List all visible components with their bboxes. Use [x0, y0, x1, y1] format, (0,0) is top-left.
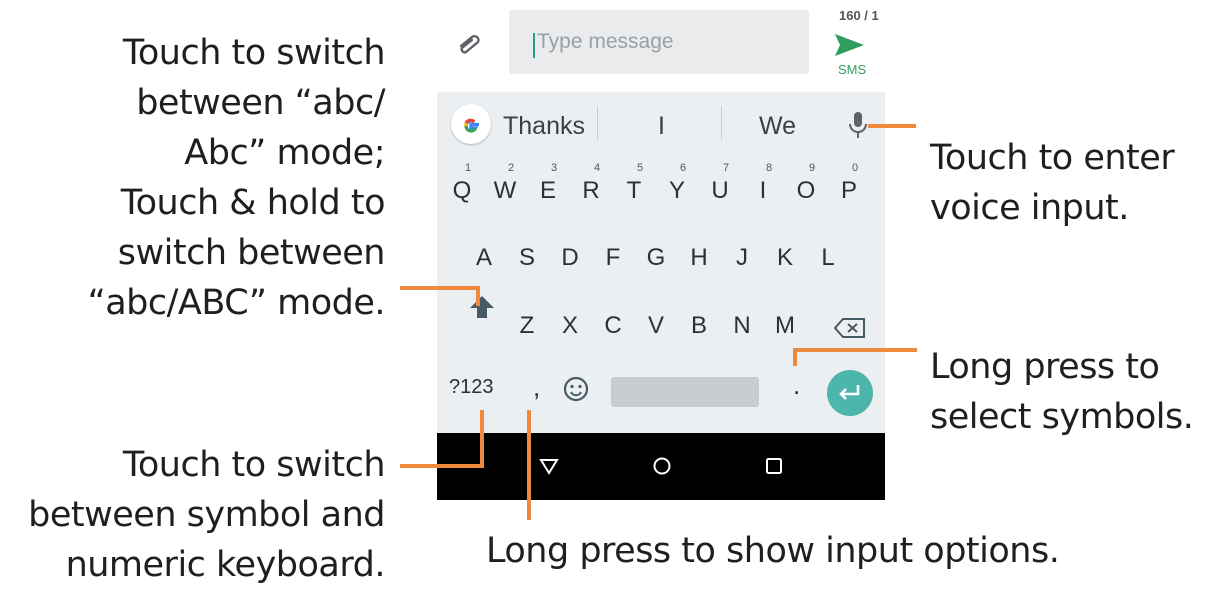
key-g[interactable]: G — [636, 244, 676, 272]
suggestion-3[interactable]: We — [759, 112, 796, 141]
suggestion-strip: Thanks I We — [437, 92, 885, 160]
key-h[interactable]: H — [679, 244, 719, 272]
key-hint-8: 8 — [766, 162, 773, 174]
comma-key[interactable]: , — [533, 372, 540, 403]
connector-symbol-numeric — [480, 410, 484, 468]
key-hint-1: 1 — [465, 162, 472, 174]
space-bar[interactable] — [611, 377, 759, 407]
text-caret — [533, 33, 535, 58]
key-o[interactable]: O — [786, 177, 826, 205]
key-hint-2: 2 — [508, 162, 515, 174]
callout-select-symbols-line-1: Long press to — [930, 347, 1160, 387]
key-i[interactable]: I — [743, 177, 783, 205]
key-y[interactable]: Y — [657, 177, 697, 205]
callout-input-options: Long press to show input options. — [486, 526, 1060, 576]
symbols-key[interactable]: ?123 — [449, 376, 494, 399]
key-hint-9: 9 — [809, 162, 816, 174]
callout-symbol-numeric: Touch to switch between symbol and numer… — [28, 440, 385, 590]
callout-select-symbols-line-2: select symbols. — [930, 397, 1194, 437]
key-n[interactable]: N — [722, 312, 762, 340]
callout-case-mode-line-2: between “abc/ — [136, 83, 385, 123]
connector-case-mode — [400, 286, 480, 290]
key-hint-5: 5 — [637, 162, 644, 174]
key-f[interactable]: F — [593, 244, 633, 272]
connector-symbol-numeric-left — [400, 464, 484, 468]
key-hint-7: 7 — [723, 162, 730, 174]
phone-screen: Type message 160 / 1 SMS Thanks I We Q W… — [437, 0, 885, 500]
paperclip-icon[interactable] — [455, 30, 483, 58]
backspace-icon[interactable] — [833, 316, 867, 340]
suggestion-2[interactable]: I — [658, 112, 665, 141]
connector-case-mode-drop — [476, 286, 480, 306]
callout-case-mode-line-6: “abc/ABC” mode. — [87, 283, 386, 323]
connector-voice-input — [868, 124, 916, 128]
callout-symbol-numeric-line-2: between symbol and — [28, 495, 385, 535]
message-bar: Type message 160 / 1 SMS — [437, 0, 885, 92]
period-key[interactable]: . — [793, 370, 800, 401]
key-r[interactable]: R — [571, 177, 611, 205]
callout-voice-input: Touch to enter voice input. — [930, 133, 1175, 233]
message-placeholder: Type message — [537, 30, 674, 53]
key-w[interactable]: W — [485, 177, 525, 205]
key-l[interactable]: L — [808, 244, 848, 272]
smiley-icon[interactable] — [561, 374, 591, 404]
key-m[interactable]: M — [765, 312, 805, 340]
key-d[interactable]: D — [550, 244, 590, 272]
key-j[interactable]: J — [722, 244, 762, 272]
connector-input-options — [527, 410, 531, 520]
key-q[interactable]: Q — [442, 177, 482, 205]
key-k[interactable]: K — [765, 244, 805, 272]
nav-home-circle-icon[interactable] — [651, 455, 673, 477]
microphone-icon[interactable] — [847, 110, 869, 140]
character-counter: 160 / 1 — [839, 8, 879, 23]
key-v[interactable]: V — [636, 312, 676, 340]
key-a[interactable]: A — [464, 244, 504, 272]
callout-case-mode-line-1: Touch to switch — [122, 33, 386, 73]
connector-select-symbols — [793, 348, 917, 352]
nav-back-triangle-icon[interactable] — [538, 455, 560, 477]
callout-case-mode: Touch to switch between “abc/ Abc” mode;… — [87, 28, 386, 328]
key-hint-3: 3 — [551, 162, 558, 174]
key-z[interactable]: Z — [507, 312, 547, 340]
navigation-bar — [437, 433, 885, 500]
callout-select-symbols: Long press to select symbols. — [930, 342, 1194, 442]
callout-symbol-numeric-line-3: numeric keyboard. — [65, 545, 386, 585]
callout-input-options-line-1: Long press to show input options. — [486, 531, 1060, 571]
enter-button[interactable] — [827, 370, 873, 416]
callout-case-mode-line-5: switch between — [117, 233, 386, 273]
suggestion-1[interactable]: Thanks — [503, 112, 585, 141]
nav-recents-square-icon[interactable] — [763, 455, 785, 477]
key-s[interactable]: S — [507, 244, 547, 272]
google-g-icon — [464, 118, 479, 133]
send-arrow-icon[interactable] — [832, 32, 866, 58]
callout-voice-input-line-1: Touch to enter — [930, 138, 1175, 178]
key-p[interactable]: P — [829, 177, 869, 205]
callout-case-mode-line-4: Touch & hold to — [120, 183, 386, 223]
key-b[interactable]: B — [679, 312, 719, 340]
google-button[interactable] — [451, 104, 491, 144]
send-sms-label: SMS — [838, 62, 867, 77]
key-hint-0: 0 — [852, 162, 859, 174]
key-x[interactable]: X — [550, 312, 590, 340]
key-hint-4: 4 — [594, 162, 601, 174]
key-c[interactable]: C — [593, 312, 633, 340]
callout-case-mode-line-3: Abc” mode; — [184, 133, 385, 173]
callout-symbol-numeric-line-1: Touch to switch — [122, 445, 386, 485]
enter-arrow-icon — [839, 385, 860, 400]
key-t[interactable]: T — [614, 177, 654, 205]
key-e[interactable]: E — [528, 177, 568, 205]
key-u[interactable]: U — [700, 177, 740, 205]
suggestion-divider — [597, 106, 598, 140]
key-hint-6: 6 — [680, 162, 687, 174]
connector-select-symbols-drop — [793, 348, 797, 366]
shift-arrow-icon[interactable] — [469, 294, 495, 320]
callout-voice-input-line-2: voice input. — [930, 188, 1129, 228]
suggestion-divider — [721, 106, 722, 140]
